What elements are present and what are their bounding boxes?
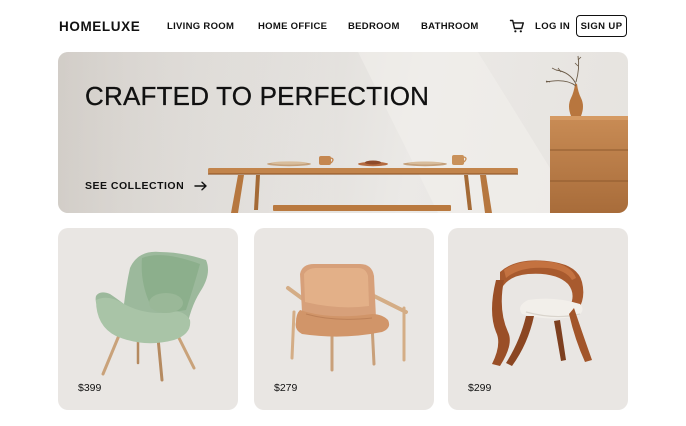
product-price: $299 (468, 382, 492, 394)
see-collection-label: SEE COLLECTION (85, 180, 185, 192)
nav-bathroom[interactable]: BATHROOM (421, 21, 479, 32)
product-card[interactable]: $299 (448, 228, 628, 410)
nav-bedroom[interactable]: BEDROOM (348, 21, 400, 32)
nav-living-room[interactable]: LIVING ROOM (167, 21, 234, 32)
nav-home-office[interactable]: HOME OFFICE (258, 21, 327, 32)
see-collection-link[interactable]: SEE COLLECTION (85, 180, 208, 192)
arrow-right-icon (194, 181, 207, 191)
product-card[interactable]: $399 (58, 228, 238, 410)
cart-icon[interactable] (509, 18, 525, 34)
hero-title: CRAFTED TO PERFECTION (85, 81, 430, 111)
product-price: $279 (274, 382, 298, 394)
brand-logo[interactable]: HOMELUXE (59, 19, 140, 34)
product-card[interactable]: $279 (254, 228, 434, 410)
login-link[interactable]: LOG IN (535, 21, 570, 32)
signup-button[interactable]: SIGN UP (576, 15, 627, 37)
product-price: $399 (78, 382, 102, 394)
hero-banner: CRAFTED TO PERFECTION SEE COLLECTION (58, 52, 628, 213)
